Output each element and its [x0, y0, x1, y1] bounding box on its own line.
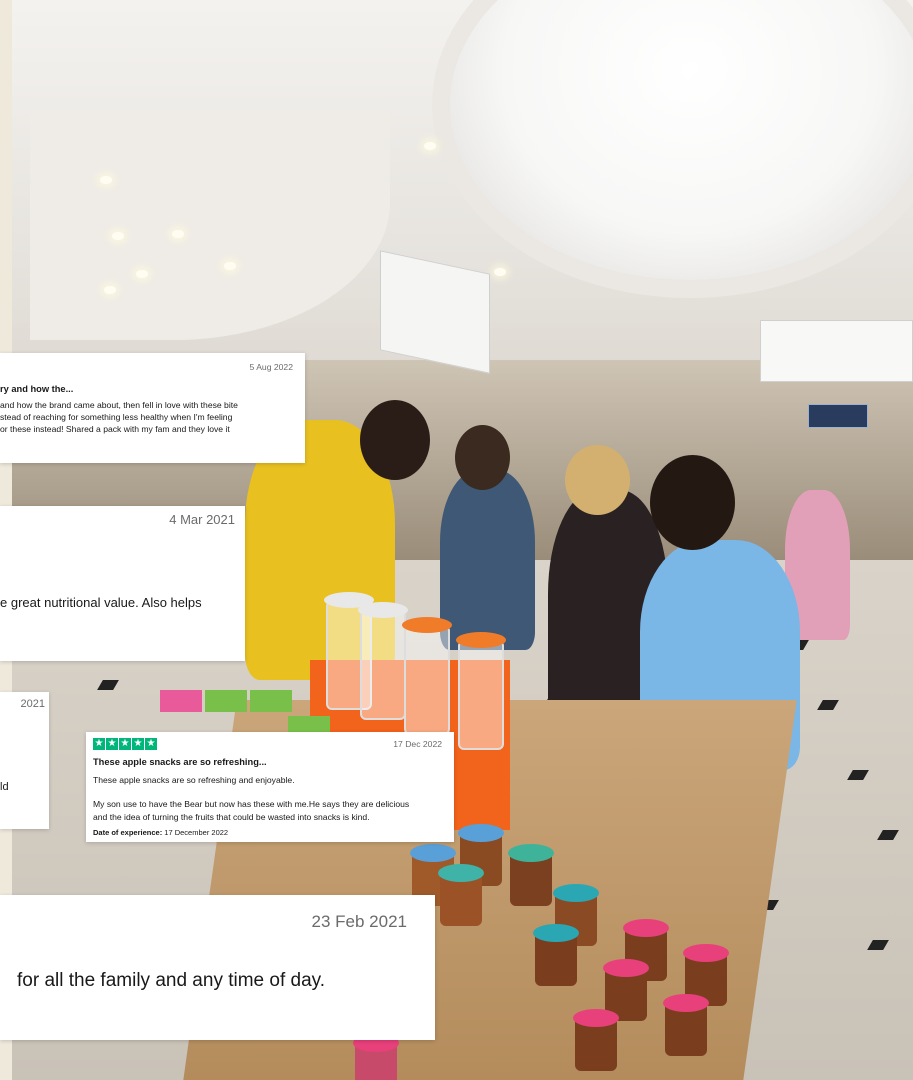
date-of-experience: Date of experience: 17 December 2022	[93, 828, 228, 837]
review-text: stead of reaching for something less hea…	[0, 412, 233, 422]
star-icon: ★	[132, 738, 144, 750]
review-card: 5 Aug 2022 ry and how the... and how the…	[0, 353, 305, 463]
experience-value: 17 December 2022	[164, 828, 229, 837]
product-jar	[663, 994, 709, 1056]
snack-dispenser	[402, 617, 452, 735]
overhead-sign	[760, 320, 913, 382]
star-icon: ★	[106, 738, 118, 750]
review-card: 23 Feb 2021 for all the family and any t…	[0, 895, 435, 1040]
pay-here-sign	[808, 404, 868, 428]
review-text: and the idea of turning the fruits that …	[93, 812, 370, 822]
review-card: 2021 ld	[0, 692, 49, 829]
review-title: These apple snacks are so refreshing...	[93, 757, 267, 767]
review-text: My son use to have the Bear but now has …	[93, 799, 410, 809]
ceiling-light	[136, 270, 148, 278]
star-icon: ★	[145, 738, 157, 750]
review-text: for all the family and any time of day.	[17, 970, 326, 991]
product-jar	[438, 864, 484, 926]
review-text: ld	[0, 781, 9, 793]
ceiling-light	[104, 286, 116, 294]
star-icon: ★	[93, 738, 105, 750]
product-jar	[573, 1009, 619, 1071]
snack-dispenser	[358, 602, 408, 720]
experience-label: Date of experience:	[93, 828, 163, 837]
product-box	[205, 690, 247, 712]
staff-member	[360, 400, 430, 480]
review-title: ry and how the...	[0, 384, 74, 394]
shopper	[455, 425, 510, 490]
review-date: 2021	[20, 698, 45, 710]
product-jar	[508, 844, 554, 906]
review-text: or these instead! Shared a pack with my …	[0, 424, 230, 434]
review-card: ★ ★ ★ ★ ★ 17 Dec 2022 These apple snacks…	[86, 732, 454, 842]
review-date: 4 Mar 2021	[169, 512, 235, 527]
ceiling-light	[172, 230, 184, 238]
product-jar	[533, 924, 579, 986]
review-date: 5 Aug 2022	[249, 362, 294, 372]
ceiling-light	[494, 268, 506, 276]
orange-stand	[450, 740, 510, 830]
review-date: 23 Feb 2021	[311, 912, 407, 931]
ceiling-light	[100, 176, 112, 184]
star-icon: ★	[119, 738, 131, 750]
ceiling-light	[112, 232, 124, 240]
staff-member	[650, 455, 735, 550]
review-text: These apple snacks are so refreshing and…	[93, 775, 295, 785]
shopper	[565, 445, 630, 515]
shopper	[440, 470, 535, 650]
snack-dispenser	[456, 632, 506, 750]
product-box	[250, 690, 292, 712]
ceiling-light	[224, 262, 236, 270]
product-jar	[353, 1034, 399, 1080]
review-text: and how the brand came about, then fell …	[0, 400, 238, 410]
product-box	[160, 690, 202, 712]
review-date: 17 Dec 2022	[393, 739, 442, 749]
star-rating: ★ ★ ★ ★ ★	[93, 738, 157, 750]
review-text: e great nutritional value. Also helps	[0, 595, 202, 610]
review-card: 4 Mar 2021 e great nutritional value. Al…	[0, 506, 245, 661]
ceiling-light	[424, 142, 436, 150]
